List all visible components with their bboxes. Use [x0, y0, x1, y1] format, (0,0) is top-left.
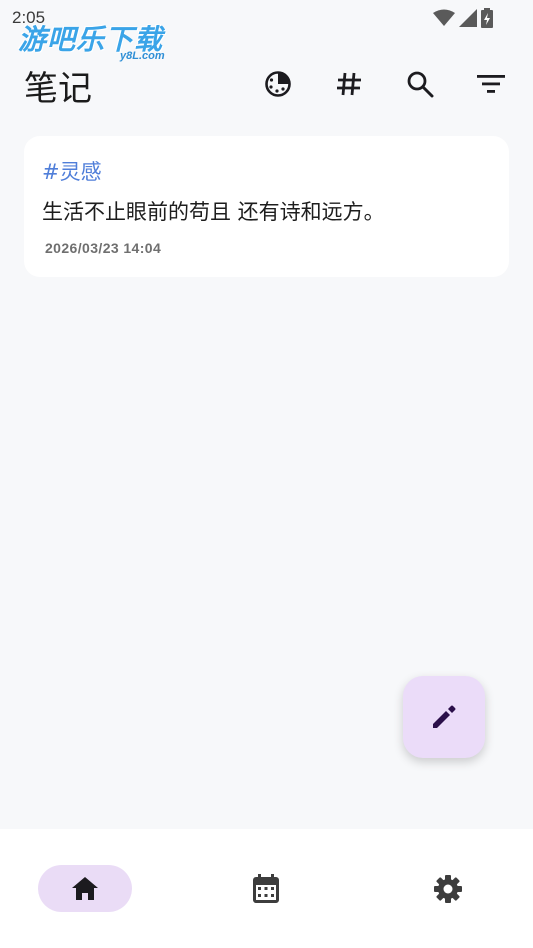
filter-icon [477, 75, 505, 93]
home-icon [72, 876, 98, 900]
battery-icon [481, 8, 493, 28]
timer-button[interactable] [258, 64, 298, 104]
status-icons [433, 8, 493, 28]
hashtag-icon [337, 72, 361, 96]
nav-home[interactable] [38, 865, 132, 912]
nav-settings[interactable] [401, 865, 495, 912]
note-timestamp: 2026/03/23 14:04 [45, 240, 162, 256]
wifi-icon [433, 9, 455, 26]
edit-icon [433, 705, 456, 728]
settings-icon [434, 874, 462, 903]
watermark-logo: 游吧乐下载 y8L.com [18, 18, 165, 62]
tags-button[interactable] [329, 64, 369, 104]
nav-calendar[interactable] [219, 865, 313, 912]
bottom-navigation [0, 829, 533, 948]
filter-button[interactable] [471, 64, 511, 104]
timer-icon [265, 71, 291, 97]
note-content: 生活不止眼前的苟且 还有诗和远方。 [42, 200, 385, 224]
page-title: 笔记 [24, 69, 92, 109]
signal-icon [459, 9, 477, 27]
app-bar: 笔记 [0, 56, 533, 112]
new-note-fab[interactable] [403, 676, 485, 758]
note-tag[interactable]: #灵感 [42, 156, 491, 186]
note-card[interactable]: #灵感 生活不止眼前的苟且 还有诗和远方。 2026/03/23 14:04 [24, 136, 509, 277]
calendar-icon [253, 873, 279, 903]
search-icon [407, 71, 434, 98]
search-button[interactable] [400, 64, 440, 104]
